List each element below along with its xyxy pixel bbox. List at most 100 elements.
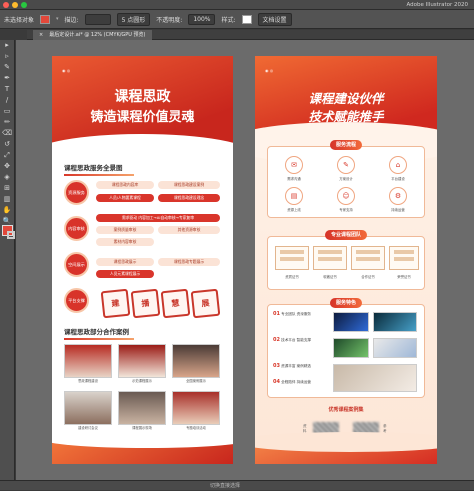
case-photo: [118, 391, 166, 425]
left-banner-artboard[interactable]: ◉ ◎ 课程思政 铸造课程价值灵魂 课程思政服务全景图 资源服务 内容审核 空间…: [52, 56, 233, 464]
style-swatch[interactable]: [241, 14, 252, 24]
seal-build: 建: [100, 288, 131, 319]
eraser-tool-icon[interactable]: ⌫: [0, 128, 14, 139]
right-banner-footer: [255, 432, 437, 464]
pen-tool-icon[interactable]: ✎: [0, 62, 14, 73]
flow-label: 持续运营: [391, 208, 405, 212]
service-item: 课程思政专题展示: [158, 258, 220, 266]
category-resource: 资源服务: [64, 180, 89, 205]
feature-text: 专业团队 资深服务: [281, 312, 312, 316]
style-label: 样式:: [221, 16, 236, 24]
service-item: 人员/人物要素课程: [96, 194, 154, 202]
feature-text: 资源丰富 案例精选: [281, 364, 312, 368]
certificate-image: [389, 246, 419, 270]
service-item: 课程思政建设案例: [158, 181, 220, 189]
feature-image: [333, 338, 369, 358]
flow-operate-icon: ⚙: [389, 187, 407, 205]
feature-image: [333, 364, 417, 392]
right-title-line1: 课程建设伙伴: [308, 91, 384, 106]
right-banner-artboard[interactable]: ◉ ◎ 课程建设伙伴 技术赋能推手 服务流程 ✉ 需求沟通 ✎ 方案设计 ⌂ 平…: [255, 56, 437, 464]
left-banner-footer: [52, 430, 233, 464]
certificate-image: [351, 246, 385, 270]
feature-item: 02 技术平台 智能支撑: [273, 338, 329, 343]
case-photo: [64, 344, 112, 378]
left-logo: ◉ ◎: [62, 68, 71, 73]
feature-image: [373, 312, 417, 332]
flow-label: 资源上线: [287, 208, 301, 212]
opacity-label: 不透明度:: [156, 16, 183, 24]
case-caption: 全国案例展示: [186, 379, 206, 383]
pill-features: 服务特色: [329, 298, 363, 308]
curvature-tool-icon[interactable]: ✒: [0, 73, 14, 84]
cert-label: 资质证书: [285, 275, 299, 279]
document-tab[interactable]: × 最后定设计.ai* @ 12% (CMYK/GPU 预览): [33, 30, 152, 40]
left-section2-title: 课程思政部分合作案例: [64, 326, 134, 340]
stroke-weight-field[interactable]: [84, 13, 111, 25]
cert-label: 软著证书: [323, 275, 337, 279]
feature-number: 04: [273, 379, 280, 385]
stroke-color-swatch[interactable]: [7, 231, 15, 239]
category-review: 内容审核: [64, 216, 89, 241]
brush-label: 5 点圆形: [121, 16, 146, 24]
flow-expert-icon: ☺: [337, 187, 355, 205]
scale-tool-icon[interactable]: ⤢: [0, 150, 14, 161]
case-caption: 建设研讨会议: [78, 426, 98, 430]
seal-broadcast: 播: [130, 288, 161, 319]
tab-close-icon[interactable]: ×: [39, 30, 43, 40]
fill-swatch[interactable]: [40, 14, 51, 24]
window-controls: [3, 2, 27, 8]
feature-image: [333, 312, 369, 332]
service-item: 人员元素课程展示: [96, 270, 154, 278]
selection-status: 未选择对象: [4, 16, 35, 24]
category-display: 空间展示: [64, 252, 89, 277]
zoom-window-button[interactable]: [21, 2, 27, 8]
brush-dropdown[interactable]: 5 点圆形: [116, 12, 151, 26]
gradient-tool-icon[interactable]: ▥: [0, 194, 14, 205]
service-item: 案例质量审核: [96, 226, 154, 234]
feature-item: 01 专业团队 资深服务: [273, 312, 329, 317]
type-tool-icon[interactable]: T: [0, 84, 14, 95]
case-caption: 专题培训活动: [186, 426, 206, 430]
service-item: 其他资源审核: [158, 226, 220, 234]
cert-label: 合作证书: [361, 275, 375, 279]
shape-builder-icon[interactable]: ◈: [0, 172, 14, 183]
title-bar: Adobe Illustrator 2020: [0, 0, 474, 10]
flow-chat-icon: ✉: [285, 156, 303, 174]
left-title-line1: 课程思政: [114, 89, 171, 105]
stroke-label: 描边:: [64, 16, 79, 24]
service-item: 课程思政展示: [96, 258, 154, 266]
pill-team: 专业课程团队: [324, 230, 368, 240]
certificate-image: [313, 246, 347, 270]
right-logo: ◉ ◎: [265, 68, 274, 73]
close-window-button[interactable]: [3, 2, 9, 8]
flow-label: 平台建设: [391, 177, 405, 181]
category-platform: 平台支撑: [64, 288, 89, 313]
case-caption: 示范课程展示: [132, 379, 152, 383]
flow-platform-icon: ⌂: [389, 156, 407, 174]
certificate-image: [275, 246, 309, 270]
feature-number: 01: [273, 311, 280, 317]
cases-label: 优秀课程案例集: [328, 407, 364, 413]
selection-tool-icon[interactable]: ▸: [0, 40, 14, 51]
status-bar: 切换直接选择: [0, 480, 474, 490]
rectangle-tool-icon[interactable]: ▭: [0, 106, 14, 117]
case-photo: [64, 391, 112, 425]
service-item: 素材内容审核: [96, 238, 154, 246]
flow-upload-icon: ▤: [285, 187, 303, 205]
flow-design-icon: ✎: [337, 156, 355, 174]
perspective-grid-icon[interactable]: ⊞: [0, 183, 14, 194]
feature-number: 03: [273, 363, 280, 369]
width-tool-icon[interactable]: ✥: [0, 161, 14, 172]
pencil-tool-icon[interactable]: ✏: [0, 117, 14, 128]
left-section1-title: 课程思政服务全景图: [64, 162, 134, 176]
line-tool-icon[interactable]: /: [0, 95, 14, 106]
fill-dropdown-icon[interactable]: ▾: [56, 16, 59, 22]
rotate-tool-icon[interactable]: ↺: [0, 139, 14, 150]
minimize-window-button[interactable]: [12, 2, 18, 8]
opacity-field[interactable]: 100%: [188, 13, 216, 25]
hand-tool-icon[interactable]: ✋: [0, 205, 14, 216]
doc-settings-button[interactable]: 文档设置: [257, 12, 292, 26]
feature-text: 全程陪伴 持续运营: [281, 380, 312, 384]
flow-label: 专家支持: [339, 208, 353, 212]
direct-select-tool-icon[interactable]: ▹: [0, 51, 14, 62]
